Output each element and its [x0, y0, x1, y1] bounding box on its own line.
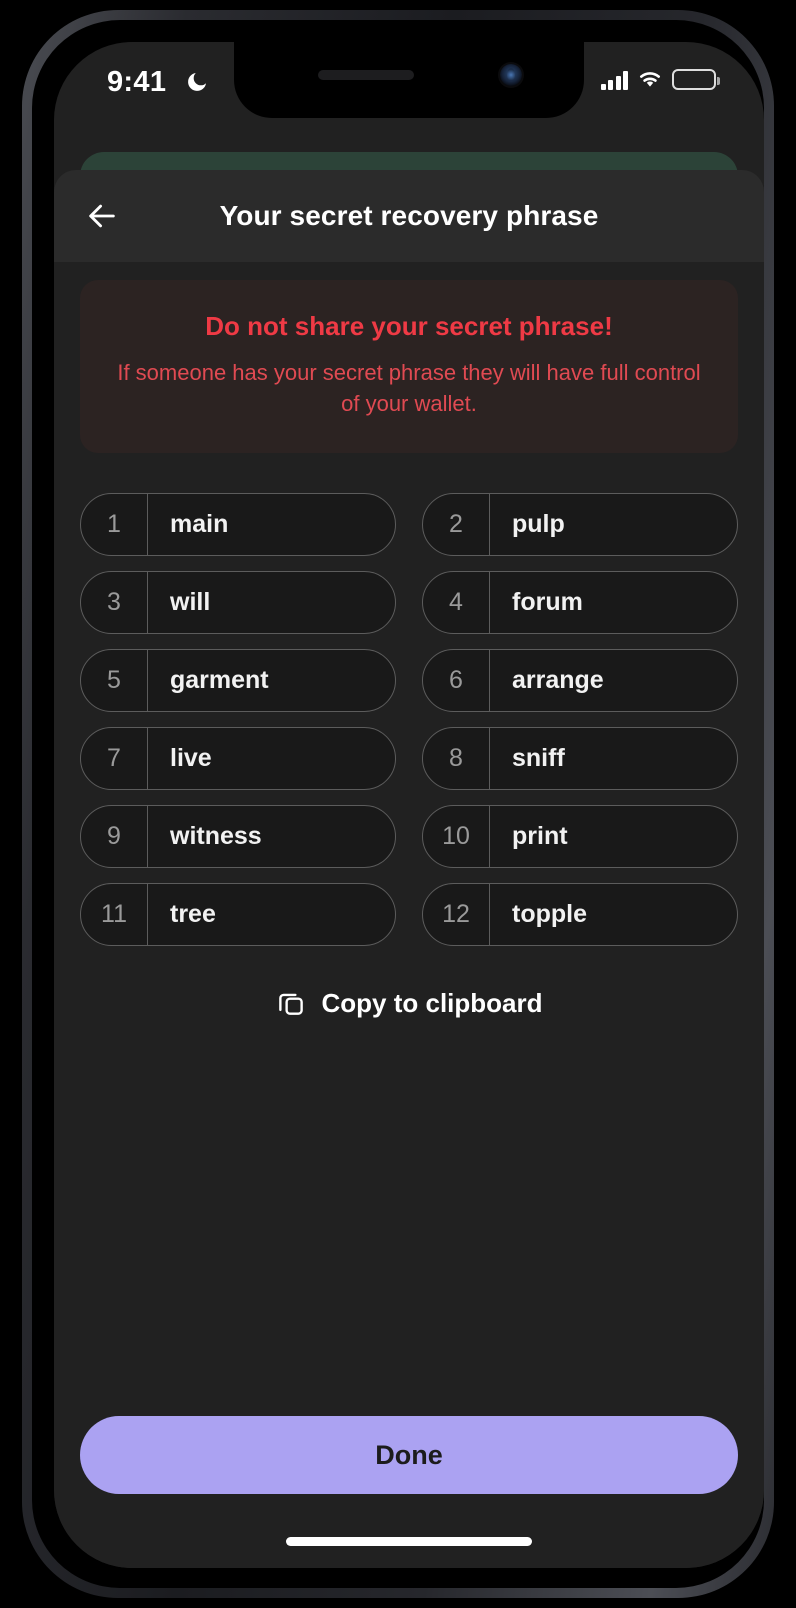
recovery-word-value: live: [170, 743, 212, 772]
recovery-word-value: print: [512, 821, 568, 850]
earpiece-speaker: [318, 70, 414, 80]
recovery-word-index: 2: [423, 493, 490, 555]
moon-icon: [188, 73, 206, 91]
recovery-word-index: 4: [423, 571, 490, 633]
status-bar-indicators: [600, 69, 720, 90]
recovery-word-chip: 5 garment: [80, 648, 396, 712]
recovery-word-value: will: [170, 587, 211, 616]
phone-screen: 9:41 Your secret recovery phrase Do not …: [54, 42, 764, 1568]
recovery-word-chip: 6 arrange: [422, 648, 738, 712]
recovery-word-index: 7: [81, 727, 148, 789]
back-arrow-icon: [89, 204, 115, 228]
recovery-phrase-sheet: Your secret recovery phrase Do not share…: [54, 170, 764, 1568]
recovery-word-index: 12: [423, 883, 490, 945]
copy-to-clipboard-label: Copy to clipboard: [321, 987, 543, 1018]
recovery-word-value: topple: [512, 899, 587, 928]
recovery-word-chip: 7 live: [80, 726, 396, 790]
battery-icon: [672, 69, 720, 90]
recovery-word-value: pulp: [512, 509, 565, 538]
screenshot-stage: 9:41 Your secret recovery phrase Do not …: [0, 0, 796, 1608]
recovery-word-chip: 4 forum: [422, 570, 738, 634]
warning-title: Do not share your secret phrase!: [205, 311, 613, 341]
recovery-phrase-grid: 1 main 2 pulp 3 will 4 forum 5 garment 6 arrange 7 li…: [80, 492, 738, 946]
warning-text: If someone has your secret phrase they w…: [117, 359, 701, 416]
done-button[interactable]: Done: [80, 1416, 738, 1494]
recovery-word-chip: 3 will: [80, 570, 396, 634]
recovery-word-index: 10: [423, 805, 490, 867]
recovery-word-chip: 11 tree: [80, 882, 396, 946]
front-camera: [500, 64, 522, 86]
cellular-signal-icon: [600, 70, 628, 90]
recovery-word-value: main: [170, 509, 229, 538]
recovery-word-value: tree: [170, 899, 216, 928]
recovery-word-chip: 9 witness: [80, 804, 396, 868]
recovery-word-value: sniff: [512, 743, 565, 772]
recovery-word-value: forum: [512, 587, 583, 616]
page-title: Your secret recovery phrase: [219, 200, 599, 231]
home-indicator[interactable]: [286, 1537, 532, 1546]
copy-icon: [278, 994, 303, 1016]
wifi-icon: [640, 71, 660, 87]
sheet-header: Your secret recovery phrase: [54, 170, 764, 262]
recovery-word-index: 8: [423, 727, 490, 789]
recovery-word-index: 1: [81, 493, 148, 555]
copy-to-clipboard-button[interactable]: Copy to clipboard: [80, 988, 738, 1019]
recovery-word-index: 3: [81, 571, 148, 633]
recovery-word-index: 5: [81, 649, 148, 711]
notch: [234, 42, 584, 118]
recovery-word-index: 11: [81, 883, 148, 945]
back-button[interactable]: [76, 190, 128, 242]
recovery-word-chip: 2 pulp: [422, 492, 738, 556]
recovery-word-index: 9: [81, 805, 148, 867]
recovery-word-chip: 10 print: [422, 804, 738, 868]
status-bar-time: 9:41: [107, 66, 167, 98]
recovery-word-index: 6: [423, 649, 490, 711]
phone-bezel: 9:41 Your secret recovery phrase Do not …: [32, 20, 764, 1588]
recovery-word-value: arrange: [512, 665, 604, 694]
warning-banner: Do not share your secret phrase! If some…: [80, 280, 738, 453]
recovery-word-value: garment: [170, 665, 269, 694]
phone-frame: 9:41 Your secret recovery phrase Do not …: [22, 10, 774, 1598]
sheet-body: Do not share your secret phrase! If some…: [54, 280, 764, 1019]
sheet-footer: Done: [54, 1416, 764, 1494]
recovery-word-chip: 1 main: [80, 492, 396, 556]
recovery-word-chip: 12 topple: [422, 882, 738, 946]
recovery-word-chip: 8 sniff: [422, 726, 738, 790]
recovery-word-value: witness: [170, 821, 262, 850]
